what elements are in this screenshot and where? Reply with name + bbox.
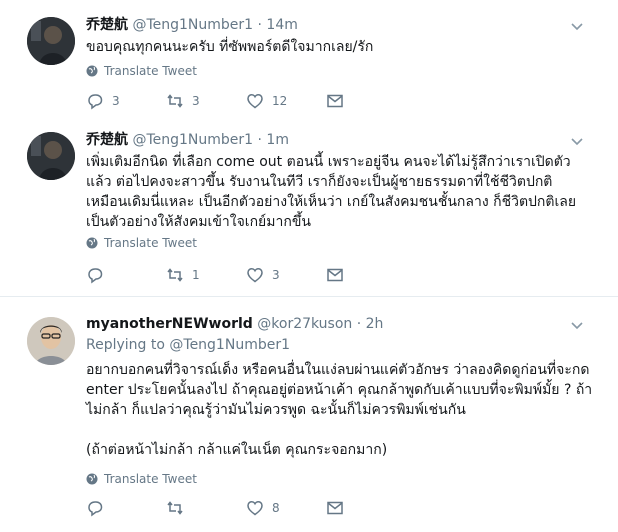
chevron-down-icon[interactable]	[570, 319, 584, 333]
retweet-icon	[167, 268, 183, 282]
tweet-1[interactable]: 乔楚航 @Teng1Number1 · 14m ขอบคุณทุกคนนะครั…	[0, 0, 618, 118]
direct-message-button[interactable]	[326, 92, 344, 110]
retweet-button[interactable]	[166, 499, 246, 517]
direct-message-button[interactable]	[326, 499, 344, 517]
tweet-text-secondary: (ถ้าต่อหน้าไม่กล้า กล้าแค่ในเน็ต คุณกระจ…	[86, 442, 388, 458]
globe-icon	[86, 65, 98, 77]
display-name[interactable]: 乔楚航	[86, 132, 128, 148]
timestamp[interactable]: · 14m	[258, 17, 298, 33]
reply-button[interactable]	[86, 499, 166, 517]
heart-icon	[247, 501, 263, 516]
display-name[interactable]: 乔楚航	[86, 17, 128, 33]
replying-label: Replying to	[86, 337, 165, 353]
tweet-header: myanotherNEWworld @kor27kuson · 2h	[86, 315, 383, 333]
chevron-down-icon[interactable]	[570, 135, 584, 149]
message-icon	[327, 94, 343, 108]
reply-button[interactable]: 3	[86, 92, 166, 110]
replying-to: Replying to @Teng1Number1	[86, 337, 290, 353]
tweet-text: อยากบอกคนที่วิจารณ์เด็ง หรือคนอื่นในแง่ล…	[86, 362, 593, 418]
reply-count: 3	[112, 94, 120, 108]
retweet-count: 1	[192, 268, 200, 282]
tweet-text: ขอบคุณทุกคนนะครับ ที่ซัพพอร์ตดีใจมากเลย/…	[86, 39, 374, 55]
translate-label: Translate Tweet	[104, 236, 197, 250]
retweet-icon	[167, 501, 183, 515]
tweet-header: 乔楚航 @Teng1Number1 · 14m	[86, 16, 298, 34]
reply-icon	[88, 501, 103, 517]
like-button[interactable]: 8	[246, 499, 326, 517]
retweet-count: 3	[192, 94, 200, 108]
reply-icon	[88, 268, 103, 284]
user-handle[interactable]: @Teng1Number1	[132, 132, 253, 148]
user-handle[interactable]: @Teng1Number1	[132, 17, 253, 33]
tweet-text: เพิ่มเติมอีกนิด ที่เลือก come out ตอนนี้…	[86, 154, 577, 230]
avatar[interactable]	[27, 17, 75, 65]
direct-message-button[interactable]	[326, 266, 344, 284]
translate-label: Translate Tweet	[104, 472, 197, 486]
translate-tweet-link[interactable]: Translate Tweet	[86, 472, 197, 486]
like-count: 12	[272, 94, 288, 108]
tweet-actions: 1 3	[86, 266, 344, 284]
message-icon	[327, 501, 343, 515]
tweet-header: 乔楚航 @Teng1Number1 · 1m	[86, 131, 289, 149]
reply-icon	[88, 94, 103, 110]
tweet-actions: 3 3 12	[86, 92, 344, 110]
reply-button[interactable]	[86, 266, 166, 284]
like-button[interactable]: 3	[246, 266, 326, 284]
globe-icon	[86, 237, 98, 249]
replying-handle[interactable]: @Teng1Number1	[169, 337, 290, 353]
translate-tweet-link[interactable]: Translate Tweet	[86, 64, 197, 78]
avatar[interactable]	[27, 132, 75, 180]
chevron-down-icon[interactable]	[570, 20, 584, 34]
heart-icon	[247, 268, 263, 283]
tweet-3[interactable]: myanotherNEWworld @kor27kuson · 2h Reply…	[0, 297, 618, 532]
retweet-icon	[167, 94, 183, 108]
tweet-actions: 8	[86, 499, 344, 517]
like-count: 3	[272, 268, 280, 282]
retweet-button[interactable]: 3	[166, 92, 246, 110]
user-handle[interactable]: @kor27kuson	[257, 316, 352, 332]
timestamp[interactable]: · 1m	[258, 132, 289, 148]
like-button[interactable]: 12	[246, 92, 326, 110]
like-count: 8	[272, 501, 280, 515]
translate-tweet-link[interactable]: Translate Tweet	[86, 236, 197, 250]
timestamp[interactable]: · 2h	[357, 316, 384, 332]
globe-icon	[86, 473, 98, 485]
avatar[interactable]	[27, 317, 75, 365]
message-icon	[327, 268, 343, 282]
translate-label: Translate Tweet	[104, 64, 197, 78]
display-name[interactable]: myanotherNEWworld	[86, 316, 253, 332]
retweet-button[interactable]: 1	[166, 266, 246, 284]
heart-icon	[247, 94, 263, 109]
tweet-2[interactable]: 乔楚航 @Teng1Number1 · 1m เพิ่มเติมอีกนิด ท…	[0, 118, 618, 290]
